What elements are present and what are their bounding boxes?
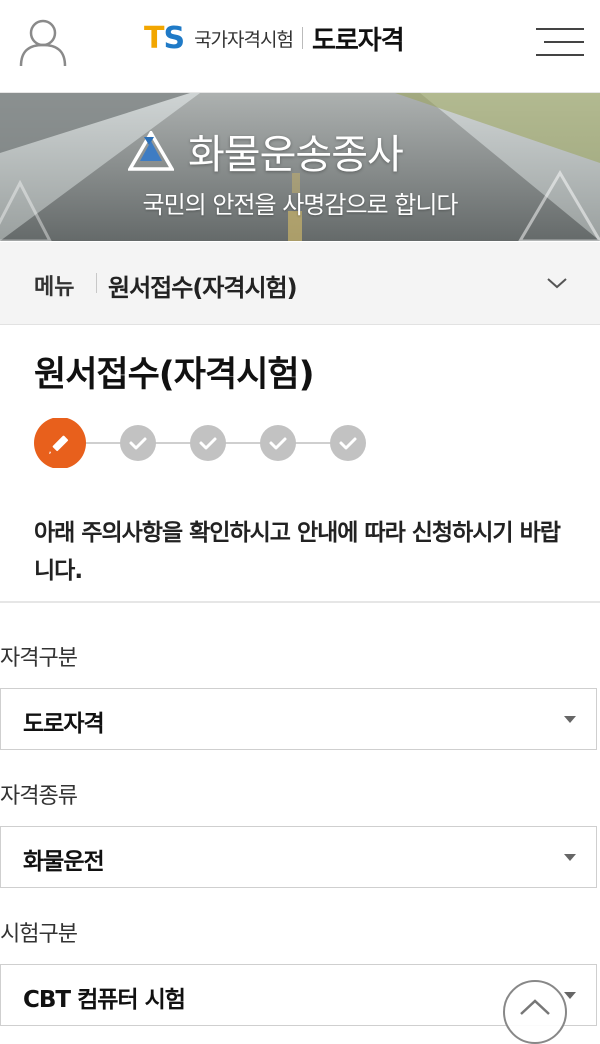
ts-logo-mark: TS xyxy=(144,20,185,56)
exam-type-label: 시험구분 xyxy=(0,922,78,947)
logo-letter-t: T xyxy=(144,20,164,56)
banner-title-row: 화물운송종사 xyxy=(128,123,404,179)
step-5 xyxy=(330,425,366,461)
qualification-type-value: 도로자격 xyxy=(23,711,105,737)
top-header: TS 국가자격시험 도로자격 xyxy=(0,0,600,93)
notice-text: 아래 주의사항을 확인하시고 안내에 따라 신청하시기 바랍니다. xyxy=(34,520,561,584)
step-1-current xyxy=(34,418,86,468)
step-2 xyxy=(120,425,156,461)
logo-divider xyxy=(301,27,303,49)
breadcrumb-current: 원서접수(자격시험) xyxy=(108,274,298,302)
site-logo[interactable]: TS 국가자격시험 도로자격 xyxy=(144,18,405,58)
qualification-type-select[interactable]: 도로자격 xyxy=(0,688,597,750)
breadcrumb[interactable]: 메뉴 원서접수(자격시험) xyxy=(0,242,600,325)
page-title: 원서접수(자격시험) xyxy=(34,355,315,395)
user-icon[interactable] xyxy=(18,16,68,68)
caret-down-icon xyxy=(564,854,576,861)
chevron-down-icon[interactable] xyxy=(546,276,568,290)
org-name: 국가자격시험 xyxy=(194,28,294,51)
exam-type-value: CBT 컴퓨터 시험 xyxy=(23,987,186,1013)
caret-down-icon xyxy=(564,716,576,723)
triangle-logo-icon xyxy=(128,131,174,171)
banner-subtitle: 국민의 안전을 사명감으로 합니다 xyxy=(142,191,458,219)
site-name: 도로자격 xyxy=(311,25,405,56)
breadcrumb-divider xyxy=(96,273,97,293)
qualification-type-label: 자격구분 xyxy=(0,646,78,671)
breadcrumb-menu-label: 메뉴 xyxy=(34,275,75,300)
banner-title: 화물운송종사 xyxy=(188,132,404,178)
qualification-kind-select[interactable]: 화물운전 xyxy=(0,826,597,888)
qualification-kind-value: 화물운전 xyxy=(23,849,105,875)
hamburger-menu-icon[interactable] xyxy=(536,22,584,62)
chevron-up-icon xyxy=(520,999,550,1015)
step-indicator xyxy=(34,418,366,468)
caret-down-icon xyxy=(564,992,576,999)
step-4 xyxy=(260,425,296,461)
hero-banner: 화물운송종사 국민의 안전을 사명감으로 합니다 xyxy=(0,93,600,241)
section-divider xyxy=(0,601,600,603)
logo-letter-s: S xyxy=(163,20,185,56)
scroll-top-button[interactable] xyxy=(503,980,567,1044)
step-3 xyxy=(190,425,226,461)
qualification-kind-label: 자격종류 xyxy=(0,784,78,809)
